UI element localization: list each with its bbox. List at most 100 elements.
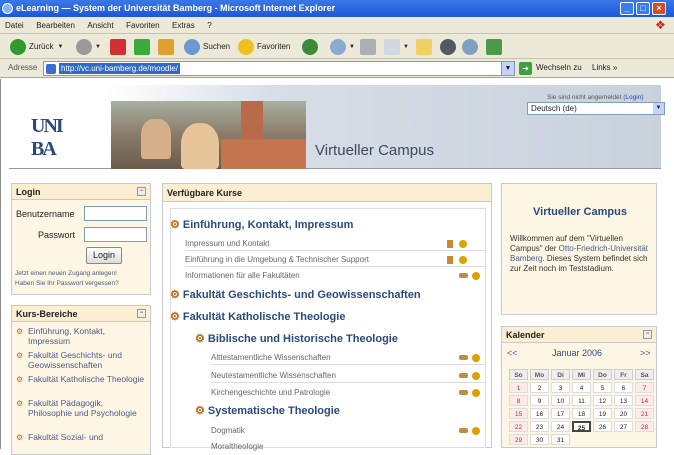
calendar-day[interactable]: 24: [551, 421, 570, 432]
login-link[interactable]: (Login): [623, 94, 643, 101]
calendar-day[interactable]: 26: [593, 421, 612, 432]
language-dropdown-icon[interactable]: ▼: [653, 103, 664, 114]
forgot-password-link[interactable]: Haben Sie Ihr Passwort vergessen?: [15, 280, 119, 287]
forward-button[interactable]: ▼: [76, 37, 101, 56]
course-category[interactable]: ⚙ Fakultät Geschichts- und Geowissenschaf…: [170, 288, 421, 301]
tools-button[interactable]: [486, 37, 505, 56]
category-item[interactable]: ⚙ Fakultät Sozial- und: [16, 432, 146, 442]
minimize-button[interactable]: _: [620, 2, 634, 15]
calendar-day[interactable]: 13: [614, 395, 633, 406]
menu-ansicht[interactable]: Ansicht: [82, 17, 118, 34]
calendar-day[interactable]: 15: [509, 408, 528, 419]
research-button[interactable]: [462, 37, 481, 56]
category-icon: ⚙: [170, 289, 180, 301]
address-label: Adresse: [8, 63, 38, 72]
info-icon[interactable]: [472, 371, 480, 380]
category-item[interactable]: ⚙ Einführung, Kontakt, Impressum: [16, 326, 146, 346]
go-arrow-icon[interactable]: ➔: [519, 62, 532, 75]
back-button[interactable]: Zurück ▼: [10, 37, 63, 56]
course-link[interactable]: Informationen für alle Fakultäten: [185, 271, 300, 280]
calendar-day[interactable]: 21: [635, 408, 654, 419]
new-account-link[interactable]: Jetzt einen neuen Zugang anlegen!: [15, 270, 117, 277]
course-link[interactable]: Neutestamentliche Wissenschaften: [211, 371, 336, 380]
calendar-day[interactable]: 4: [572, 382, 591, 393]
menu-datei[interactable]: Datei: [0, 17, 29, 34]
collapse-icon[interactable]: −: [643, 330, 652, 339]
mail-button[interactable]: ▼: [330, 37, 355, 56]
username-input[interactable]: [84, 206, 147, 221]
calendar-day[interactable]: 16: [530, 408, 549, 419]
calendar-day[interactable]: 2: [530, 382, 549, 393]
calendar-day[interactable]: 28: [635, 421, 654, 432]
calendar-day[interactable]: 12: [593, 395, 612, 406]
info-icon[interactable]: [472, 426, 480, 435]
collapse-icon[interactable]: −: [137, 309, 146, 318]
category-item[interactable]: ⚙ Fakultät Pädagogik, Philosophie und Psy…: [16, 398, 146, 418]
course-category[interactable]: ⚙ Einführung, Kontakt, Impressum: [170, 218, 353, 231]
category-item[interactable]: ⚙ Fakultät Geschichts- und Geowissenschaf…: [16, 350, 146, 370]
calendar-day-today[interactable]: 25: [572, 421, 591, 432]
calendar-day[interactable]: 1: [509, 382, 528, 393]
maximize-button[interactable]: □: [636, 2, 650, 15]
calendar-day[interactable]: 22: [509, 421, 528, 432]
calendar-day[interactable]: 8: [509, 395, 528, 406]
address-input[interactable]: http://vc.uni-bamberg.de/moodle/ ▼: [43, 61, 515, 76]
info-icon[interactable]: [472, 353, 480, 362]
password-input[interactable]: [84, 227, 147, 242]
calendar-day[interactable]: 17: [551, 408, 570, 419]
calendar-day[interactable]: 5: [593, 382, 612, 393]
calendar-prev[interactable]: <<: [507, 348, 518, 358]
menu-bearbeiten[interactable]: Bearbeiten: [31, 17, 80, 34]
calendar-day[interactable]: 27: [614, 421, 633, 432]
close-button[interactable]: ×: [652, 2, 666, 15]
course-subcategory[interactable]: ⚙ Biblische und Historische Theologie: [195, 332, 398, 345]
calendar-day[interactable]: 7: [635, 382, 654, 393]
calendar-day[interactable]: 31: [551, 434, 570, 445]
calendar-day[interactable]: 18: [572, 408, 591, 419]
login-button[interactable]: Login: [86, 247, 122, 264]
calendar-day[interactable]: 3: [551, 382, 570, 393]
folder-button[interactable]: [416, 37, 435, 56]
messenger-button[interactable]: [440, 37, 459, 56]
info-icon[interactable]: [472, 388, 480, 397]
stop-button[interactable]: [110, 37, 129, 56]
calendar-day[interactable]: 29: [509, 434, 528, 445]
calendar-day[interactable]: 19: [593, 408, 612, 419]
address-dropdown-icon[interactable]: ▼: [501, 62, 514, 75]
calendar-day[interactable]: 11: [572, 395, 591, 406]
course-link[interactable]: Moraltheologie: [211, 442, 263, 451]
calendar-day[interactable]: 30: [530, 434, 549, 445]
course-category[interactable]: ⚙ Fakultät Katholische Theologie: [170, 310, 345, 323]
home-button[interactable]: [158, 37, 177, 56]
course-link[interactable]: Alttestamentliche Wissenschaften: [211, 353, 331, 362]
course-subcategory[interactable]: ⚙ Systematische Theologie: [195, 404, 340, 417]
category-item[interactable]: ⚙ Fakultät Katholische Theologie: [16, 374, 146, 384]
print-button[interactable]: [360, 37, 379, 56]
collapse-icon[interactable]: −: [137, 187, 146, 196]
search-button[interactable]: Suchen: [184, 37, 230, 56]
calendar-day[interactable]: 23: [530, 421, 549, 432]
links-button[interactable]: Links »: [592, 63, 617, 72]
calendar-day[interactable]: 14: [635, 395, 654, 406]
menu-help[interactable]: ?: [202, 17, 216, 34]
history-button[interactable]: [302, 37, 321, 56]
course-link[interactable]: Dogmatik: [211, 426, 245, 435]
calendar-day[interactable]: 10: [551, 395, 570, 406]
calendar-next[interactable]: >>: [640, 348, 651, 358]
course-link[interactable]: Kirchengeschichte und Patrologie: [211, 388, 330, 397]
refresh-button[interactable]: [134, 37, 153, 56]
favorites-button[interactable]: Favoriten: [238, 37, 290, 56]
calendar-day[interactable]: 6: [614, 382, 633, 393]
language-select[interactable]: Deutsch (de) ▼: [527, 102, 665, 115]
edit-button[interactable]: ▼: [384, 37, 409, 56]
menu-extras[interactable]: Extras: [167, 17, 200, 34]
calendar-day[interactable]: 20: [614, 408, 633, 419]
go-button[interactable]: Wechseln zu: [536, 63, 582, 72]
course-link[interactable]: Impressum und Kontakt: [185, 239, 269, 248]
info-icon[interactable]: [459, 255, 467, 264]
menu-favoriten[interactable]: Favoriten: [121, 17, 164, 34]
info-icon[interactable]: [459, 239, 467, 248]
course-link[interactable]: Einführung in die Umgebung & Technischer…: [185, 255, 369, 264]
info-icon[interactable]: [472, 271, 480, 280]
calendar-day[interactable]: 9: [530, 395, 549, 406]
